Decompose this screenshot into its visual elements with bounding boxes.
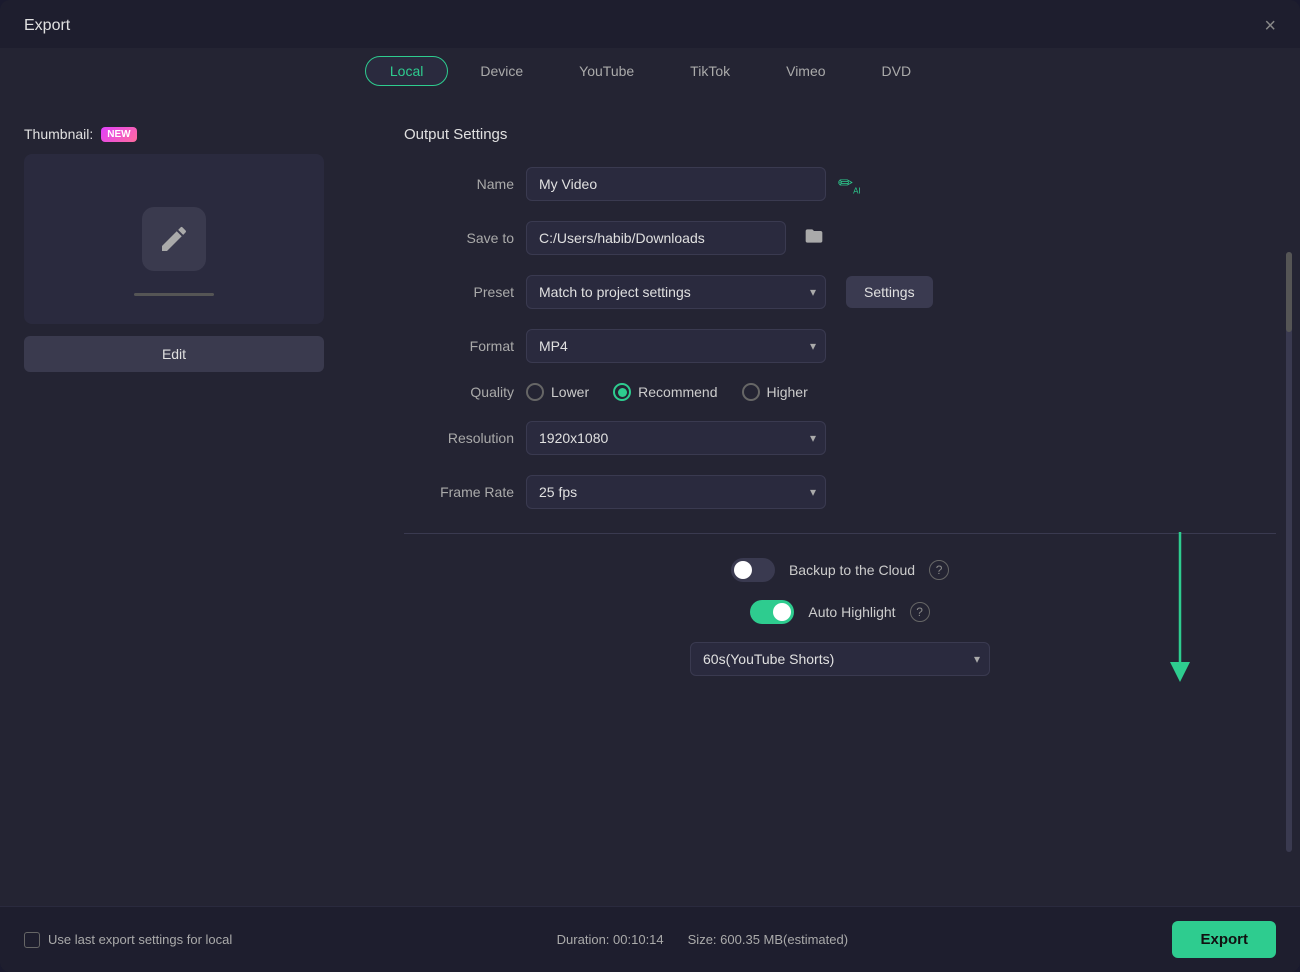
resolution-label: Resolution bbox=[404, 430, 514, 446]
preset-select-wrapper: Match to project settings Custom ▾ bbox=[526, 275, 826, 309]
size-value: 600.35 MB(estimated) bbox=[720, 932, 848, 947]
quality-recommend-option[interactable]: Recommend bbox=[613, 383, 717, 401]
save-to-label: Save to bbox=[404, 230, 514, 246]
quality-lower-option[interactable]: Lower bbox=[526, 383, 589, 401]
auto-highlight-toggle-knob bbox=[773, 603, 791, 621]
use-last-settings-checkbox[interactable] bbox=[24, 932, 40, 948]
folder-browse-button[interactable] bbox=[798, 222, 830, 255]
tab-vimeo[interactable]: Vimeo bbox=[762, 56, 849, 86]
title-bar: Export × bbox=[0, 0, 1300, 48]
thumbnail-section-label: Thumbnail: NEW bbox=[24, 126, 364, 142]
close-button[interactable]: × bbox=[1264, 16, 1276, 36]
quality-label: Quality bbox=[404, 384, 514, 400]
name-label: Name bbox=[404, 176, 514, 192]
duration-value: 00:10:14 bbox=[613, 932, 664, 947]
thumbnail-preview bbox=[24, 154, 324, 324]
quality-lower-radio[interactable] bbox=[526, 383, 544, 401]
tab-dvd[interactable]: DVD bbox=[858, 56, 936, 86]
quality-recommend-radio-inner bbox=[618, 388, 627, 397]
folder-icon bbox=[804, 226, 824, 246]
export-dialog: Export × Local Device YouTube TikTok Vim… bbox=[0, 0, 1300, 972]
quality-row: Quality Lower Recommend bbox=[404, 383, 1276, 401]
scrollbar[interactable] bbox=[1286, 252, 1292, 852]
settings-button[interactable]: Settings bbox=[846, 276, 933, 308]
left-panel: Thumbnail: NEW Edit bbox=[24, 126, 364, 882]
backup-cloud-toggle-knob bbox=[734, 561, 752, 579]
youtube-duration-wrapper: 60s(YouTube Shorts) 30s 15s ▾ bbox=[404, 642, 1276, 676]
tab-tiktok[interactable]: TikTok bbox=[666, 56, 754, 86]
youtube-duration-select-wrapper: 60s(YouTube Shorts) 30s 15s ▾ bbox=[690, 642, 990, 676]
duration-label: Duration: bbox=[557, 932, 610, 947]
backup-cloud-label: Backup to the Cloud bbox=[789, 562, 915, 578]
frame-rate-label: Frame Rate bbox=[404, 484, 514, 500]
backup-cloud-help-icon[interactable]: ? bbox=[929, 560, 949, 580]
bottom-info-section: Duration: 00:10:14 Size: 600.35 MB(estim… bbox=[557, 932, 848, 947]
resolution-select-wrapper: 1920x1080 1280x720 3840x2160 ▾ bbox=[526, 421, 826, 455]
resolution-row: Resolution 1920x1080 1280x720 3840x2160 … bbox=[404, 421, 1276, 455]
auto-highlight-label: Auto Highlight bbox=[808, 604, 895, 620]
quality-higher-label: Higher bbox=[767, 384, 808, 400]
scrollbar-thumb[interactable] bbox=[1286, 252, 1292, 332]
thumbnail-decoration-line bbox=[134, 293, 214, 296]
preset-row: Preset Match to project settings Custom … bbox=[404, 275, 1276, 309]
tab-local[interactable]: Local bbox=[365, 56, 448, 86]
name-row: Name ✏AI bbox=[404, 167, 1276, 201]
use-last-settings-section: Use last export settings for local bbox=[24, 932, 232, 948]
frame-rate-select-wrapper: 25 fps 30 fps 60 fps ▾ bbox=[526, 475, 826, 509]
tab-bar: Local Device YouTube TikTok Vimeo DVD bbox=[0, 48, 1300, 102]
size-label: Size: bbox=[688, 932, 717, 947]
quality-higher-radio[interactable] bbox=[742, 383, 760, 401]
new-badge: NEW bbox=[101, 127, 136, 142]
export-button[interactable]: Export bbox=[1172, 921, 1276, 958]
name-input[interactable] bbox=[526, 167, 826, 201]
backup-cloud-row: Backup to the Cloud ? bbox=[404, 558, 1276, 582]
frame-rate-row: Frame Rate 25 fps 30 fps 60 fps ▾ bbox=[404, 475, 1276, 509]
quality-options: Lower Recommend Higher bbox=[526, 383, 808, 401]
bottom-bar: Use last export settings for local Durat… bbox=[0, 906, 1300, 972]
use-last-settings-label: Use last export settings for local bbox=[48, 932, 232, 947]
format-select[interactable]: MP4 MOV AVI MKV bbox=[526, 329, 826, 363]
quality-lower-label: Lower bbox=[551, 384, 589, 400]
edit-thumbnail-button[interactable]: Edit bbox=[24, 336, 324, 372]
frame-rate-select[interactable]: 25 fps 30 fps 60 fps bbox=[526, 475, 826, 509]
preset-label: Preset bbox=[404, 284, 514, 300]
quality-higher-option[interactable]: Higher bbox=[742, 383, 808, 401]
thumbnail-icon-box bbox=[142, 207, 206, 271]
auto-highlight-help-icon[interactable]: ? bbox=[910, 602, 930, 622]
size-display: Size: 600.35 MB(estimated) bbox=[688, 932, 848, 947]
thumbnail-text: Thumbnail: bbox=[24, 126, 93, 142]
output-settings-title: Output Settings bbox=[404, 126, 1276, 143]
auto-highlight-row: Auto Highlight ? bbox=[404, 600, 1276, 624]
duration-display: Duration: 00:10:14 bbox=[557, 932, 664, 947]
main-content: Thumbnail: NEW Edit Output Settings Name bbox=[0, 102, 1300, 906]
tab-youtube[interactable]: YouTube bbox=[555, 56, 658, 86]
format-select-wrapper: MP4 MOV AVI MKV ▾ bbox=[526, 329, 826, 363]
preset-select[interactable]: Match to project settings Custom bbox=[526, 275, 826, 309]
ai-icon[interactable]: ✏AI bbox=[838, 173, 861, 196]
resolution-select[interactable]: 1920x1080 1280x720 3840x2160 bbox=[526, 421, 826, 455]
quality-recommend-radio[interactable] bbox=[613, 383, 631, 401]
format-label: Format bbox=[404, 338, 514, 354]
quality-recommend-label: Recommend bbox=[638, 384, 717, 400]
format-row: Format MP4 MOV AVI MKV ▾ bbox=[404, 329, 1276, 363]
settings-divider bbox=[404, 533, 1276, 534]
auto-highlight-toggle[interactable] bbox=[750, 600, 794, 624]
youtube-duration-select[interactable]: 60s(YouTube Shorts) 30s 15s bbox=[690, 642, 990, 676]
tab-device[interactable]: Device bbox=[456, 56, 547, 86]
save-to-row: Save to bbox=[404, 221, 1276, 255]
right-panel: Output Settings Name ✏AI Save to Prese bbox=[388, 126, 1276, 882]
backup-cloud-toggle[interactable] bbox=[731, 558, 775, 582]
edit-pencil-icon bbox=[158, 223, 190, 255]
save-to-input[interactable] bbox=[526, 221, 786, 255]
dialog-title: Export bbox=[24, 17, 70, 35]
